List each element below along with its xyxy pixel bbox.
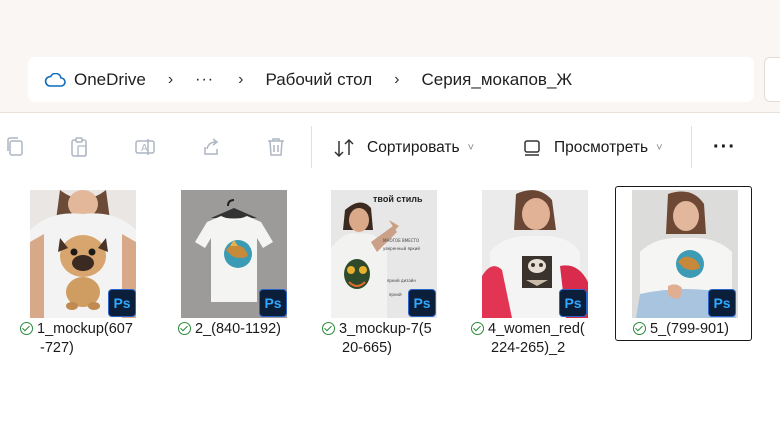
breadcrumb-separator[interactable]: › [168,71,173,89]
rename-icon[interactable]: A [133,135,157,159]
breadcrumb-onedrive[interactable]: OneDrive [74,70,146,90]
file-name-line: -727) [40,340,74,356]
thumbnail-headline: твой стиль [373,194,423,204]
thumbnail-text: МНОГОЕ ВМЕСТО [383,238,419,243]
photoshop-file-icon: Ps [559,289,587,317]
more-options-button[interactable]: ··· [713,136,736,159]
file-name-line: 5_(799-901) [650,321,729,337]
onedrive-cloud-icon [44,72,66,88]
file-name-line: 20-665) [342,340,392,356]
sync-status-icon [20,322,33,335]
toolbar-divider [311,126,312,168]
svg-text:A: A [141,143,148,154]
file-name-line: 4_women_red( [488,321,585,337]
sync-status-icon [178,322,191,335]
copy-icon[interactable] [3,135,27,159]
sync-status-icon [322,322,335,335]
breadcrumb-desktop[interactable]: Рабочий стол [265,70,372,90]
breadcrumb-ellipsis[interactable]: ··· [195,71,214,89]
file-name: 3_mockup-7(5 20-665) [322,320,462,358]
photoshop-file-icon: Ps [408,289,436,317]
file-name-line: 1_mockup(607 [37,321,133,337]
photoshop-file-icon: Ps [708,289,736,317]
file-name: 1_mockup(607 -727) [20,320,160,358]
photoshop-file-icon: Ps [108,289,136,317]
view-label: Просмотреть [554,139,649,156]
toolbar-divider [691,126,692,168]
search-box-edge[interactable] [764,57,780,102]
file-name: 2_(840-1192) [178,320,318,339]
file-name-line: 3_mockup-7(5 [339,321,432,337]
paste-icon[interactable] [67,135,91,159]
file-name-line: 2_(840-1192) [195,321,281,337]
chevron-down-icon: ˅ [656,142,663,154]
breadcrumb-current-folder[interactable]: Серия_мокапов_Ж [422,70,573,90]
sort-label: Сортировать [367,139,460,156]
address-bar[interactable]: OneDrive › ··· › Рабочий стол › Серия_мо… [28,57,754,102]
share-icon[interactable] [199,135,223,159]
file-name-line: 224-265)_2 [491,340,566,356]
sync-status-icon [471,322,484,335]
thumbnail-text: яркий [389,292,402,297]
sort-button[interactable]: Сортировать ˅ [333,132,474,164]
file-name: 4_women_red( 224-265)_2 [471,320,611,358]
sort-icon [334,138,354,158]
view-icon [524,140,540,156]
delete-icon[interactable] [264,135,288,159]
file-name: 5_(799-901) [633,320,773,339]
thumbnail-text: яркий дизайн [387,278,416,283]
view-button[interactable]: Просмотреть ˅ [522,132,663,164]
sync-status-icon [633,322,646,335]
breadcrumb-separator[interactable]: › [394,71,399,89]
chevron-down-icon: ˅ [467,142,475,154]
divider [0,112,780,113]
thumbnail-text: уверенный яркий [383,246,420,251]
photoshop-file-icon: Ps [259,289,287,317]
breadcrumb-separator[interactable]: › [238,71,243,89]
